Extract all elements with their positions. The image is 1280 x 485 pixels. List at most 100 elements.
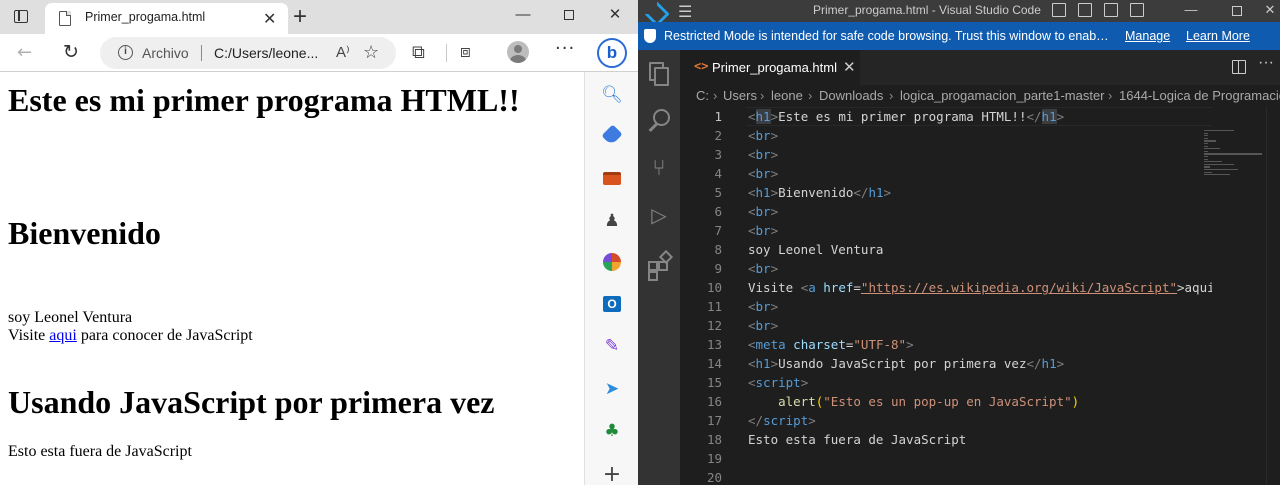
page-text-visit: Visite aqui para conocer de JavaScript	[8, 327, 253, 345]
browser-tab[interactable]: Primer_progama.html ✕	[45, 3, 288, 34]
back-arrow-icon[interactable]: ←	[17, 42, 32, 63]
code-line: alert("Esto es un pop-up en JavaScript")	[778, 394, 1080, 409]
breadcrumb-item[interactable]: leone	[771, 88, 803, 103]
layout-controls	[1052, 3, 1156, 19]
line-number: 11	[706, 299, 722, 314]
layout-customize-icon[interactable]	[1130, 3, 1144, 17]
code-line: <br>	[748, 318, 779, 333]
breadcrumb-separator: ›	[713, 88, 718, 103]
sidebar-outlook-icon[interactable]: O	[601, 293, 623, 315]
breadcrumb-item[interactable]: Downloads	[819, 88, 883, 103]
vscode-minimize-button[interactable]: —	[1168, 0, 1214, 22]
info-icon[interactable]: i	[118, 45, 133, 60]
vscode-logo-icon	[646, 3, 662, 19]
sidebar-add-icon[interactable]: +	[601, 464, 623, 485]
explorer-icon[interactable]	[645, 60, 673, 88]
close-editor-tab-icon[interactable]: ✕	[843, 58, 856, 76]
minimap-line	[1204, 135, 1208, 137]
extensions-icon[interactable]	[645, 249, 674, 281]
layout-toggle-panel-icon[interactable]	[1078, 3, 1092, 17]
editor-tab[interactable]: <> Primer_progama.html ✕	[680, 50, 860, 85]
minimap[interactable]	[1204, 130, 1266, 180]
vscode-close-button[interactable]: ✕	[1260, 0, 1280, 22]
editor-scrollbar[interactable]	[1266, 107, 1280, 485]
breadcrumb-item[interactable]: 1644-Logica de Programacion	[1119, 88, 1280, 103]
reload-icon[interactable]: ↻	[63, 41, 79, 63]
code-line: <br>	[748, 261, 779, 276]
maximize-icon	[564, 10, 574, 21]
more-options-icon[interactable]: ···	[555, 38, 575, 59]
breadcrumb-separator: ›	[808, 88, 813, 103]
extensions-icon[interactable]: ⧉	[412, 42, 425, 63]
minimap-line	[1204, 166, 1210, 168]
code-editor[interactable]: 1 2 3 4 5 6 7 8 9 10 11 12 13 14 15 16 17 18 19 20 <h1>Este…	[680, 107, 1280, 485]
address-url[interactable]: C:/Users/leone...	[214, 45, 324, 61]
file-icon	[59, 11, 71, 26]
line-number: 4	[714, 166, 722, 181]
favorite-star-icon[interactable]: ☆	[363, 42, 379, 63]
line-number: 17	[706, 413, 722, 428]
run-debug-icon[interactable]: ▷	[645, 203, 673, 231]
sidebar-send-icon[interactable]: ➤	[601, 378, 623, 400]
sidebar-designer-icon[interactable]: ✎	[601, 335, 623, 357]
toolbar-separator	[446, 44, 447, 62]
address-bar[interactable]: i Archivo C:/Users/leone... A⁾ ☆	[100, 37, 396, 69]
sidebar-games-icon[interactable]: ♟	[601, 210, 623, 232]
sidebar-search-icon[interactable]: 🔍︎	[601, 84, 623, 106]
code-content[interactable]: <h1>Este es mi primer programa HTML!!</h…	[748, 107, 1212, 485]
close-tab-icon[interactable]: ✕	[263, 9, 276, 29]
minimap-line	[1204, 161, 1222, 163]
split-editor-icon[interactable]	[1232, 60, 1246, 74]
more-actions-icon[interactable]: ···	[1258, 54, 1274, 72]
minimap-line	[1204, 163, 1234, 166]
maximize-button[interactable]	[546, 0, 592, 30]
code-line: Visite <a href="https://es.wikipedia.org…	[748, 280, 1212, 295]
page-heading-3: Usando JavaScript por primera vez	[8, 384, 495, 420]
sidebar-tree-icon[interactable]: ♣	[601, 420, 623, 442]
close-window-button[interactable]: ✕	[592, 0, 638, 30]
code-line: <br>	[748, 223, 779, 238]
layout-toggle-secondary-icon[interactable]	[1104, 3, 1118, 17]
source-control-icon[interactable]: ⑂	[645, 155, 673, 183]
code-line: <meta charset="UTF-8">	[748, 337, 914, 352]
read-aloud-icon[interactable]: A⁾	[336, 43, 350, 61]
line-number: 15	[706, 375, 722, 390]
minimize-button[interactable]: —	[500, 0, 546, 30]
sidebar-tag-icon[interactable]	[601, 124, 623, 146]
code-line: <h1>Usando JavaScript por primera vez</h…	[748, 356, 1065, 371]
learn-more-link[interactable]: Learn More	[1186, 29, 1250, 43]
search-icon[interactable]	[645, 108, 673, 136]
visit-suffix: para conocer de JavaScript	[76, 327, 253, 344]
code-line: <script>	[748, 375, 809, 390]
line-number: 9	[714, 261, 722, 276]
profile-avatar[interactable]	[507, 41, 529, 63]
code-line: <br>	[748, 128, 779, 143]
restricted-mode-banner: Restricted Mode is intended for safe cod…	[638, 22, 1280, 50]
line-number: 19	[706, 451, 722, 466]
manage-link[interactable]: Manage	[1125, 29, 1170, 43]
menu-icon[interactable]: ☰	[678, 2, 692, 22]
breadcrumb-item[interactable]: Users	[723, 88, 757, 103]
bing-copilot-icon[interactable]: b	[597, 38, 627, 68]
tab-actions-icon[interactable]	[10, 7, 32, 27]
breadcrumb-separator: ›	[1108, 88, 1113, 103]
minimap-line	[1204, 137, 1208, 140]
layout-toggle-sidebar-icon[interactable]	[1052, 3, 1066, 17]
new-tab-button[interactable]: +	[293, 3, 307, 31]
code-line: <br>	[748, 299, 779, 314]
breadcrumb-item[interactable]: logica_progamacion_parte1-master	[900, 88, 1105, 103]
address-separator	[201, 45, 202, 61]
address-scheme-label: Archivo	[142, 45, 189, 61]
sidebar-tools-icon[interactable]	[601, 167, 623, 189]
vscode-maximize-button[interactable]	[1214, 0, 1260, 22]
breadcrumb-separator: ›	[889, 88, 894, 103]
maximize-icon	[1232, 5, 1242, 16]
code-line: <br>	[748, 166, 779, 181]
vscode-title-bar: ☰ Primer_progama.html - Visual Studio Co…	[638, 0, 1280, 22]
breadcrumb-item[interactable]: C:	[696, 88, 709, 103]
sidebar-office-icon[interactable]	[601, 251, 623, 273]
line-number-gutter: 1 2 3 4 5 6 7 8 9 10 11 12 13 14 15 16 17 18 19 20	[680, 107, 732, 485]
visit-link[interactable]: aqui	[49, 327, 77, 344]
code-line: <br>	[748, 204, 779, 219]
collections-icon[interactable]: ⧈	[460, 42, 471, 62]
